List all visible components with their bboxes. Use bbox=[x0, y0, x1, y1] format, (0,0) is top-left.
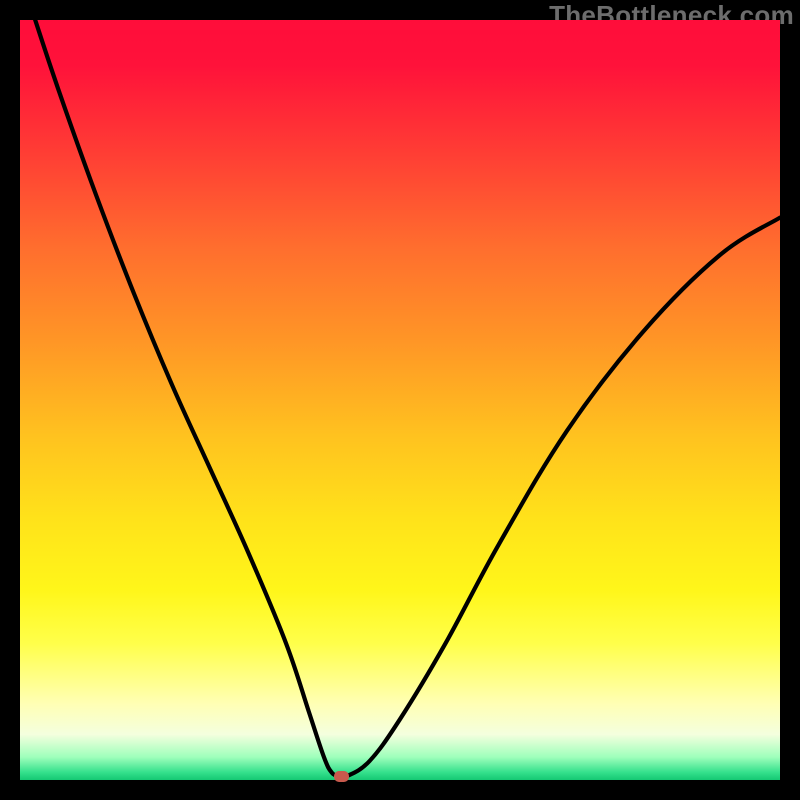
bottleneck-curve-path bbox=[35, 20, 780, 778]
minimum-marker bbox=[334, 771, 349, 782]
chart-frame: TheBottleneck.com bbox=[0, 0, 800, 800]
curve-svg bbox=[20, 20, 780, 780]
plot-area bbox=[20, 20, 780, 780]
